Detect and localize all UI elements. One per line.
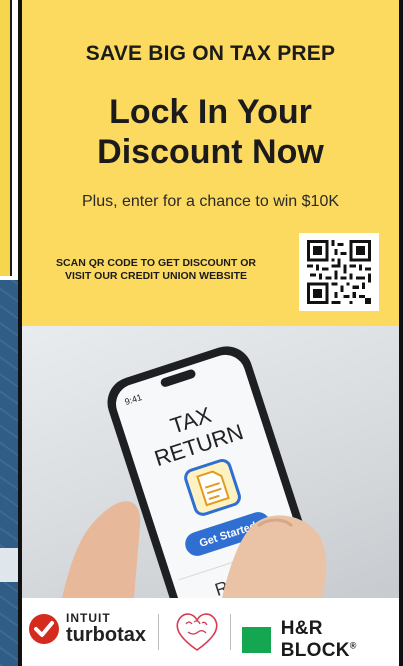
ad-headline-line-2: Discount Now <box>97 133 324 171</box>
partner-logos: INTUIT turbotax H&R BLOCK® <box>22 598 399 666</box>
ad-headline-line-1: Lock In Your <box>109 93 312 131</box>
turbotax-logo: INTUIT turbotax <box>28 612 146 646</box>
ad-subline: Plus, enter for a chance to win $10K <box>81 193 340 210</box>
scan-instructions: SCAN QR CODE TO GET DISCOUNT OR VISIT OU… <box>36 257 276 283</box>
background-blue-panel-edge <box>0 280 18 666</box>
logo-divider <box>158 614 159 650</box>
background-divider <box>0 548 18 582</box>
tax-prep-ad[interactable]: SAVE BIG ON TAX PREP Lock In Your Discou… <box>18 0 403 666</box>
hr-block-logo: H&R BLOCK® <box>242 618 399 662</box>
hr-block-registered-mark: ® <box>349 640 357 651</box>
ad-kicker: SAVE BIG ON TAX PREP <box>85 42 336 65</box>
turbotax-check-icon <box>29 614 59 644</box>
logo-divider <box>230 614 231 650</box>
heart-icon <box>176 613 218 651</box>
hr-block-square-icon <box>242 627 271 653</box>
qr-code[interactable] <box>299 233 379 311</box>
scan-instructions-line-2: VISIT OUR CREDIT UNION WEBSITE <box>64 270 247 282</box>
qr-code-icon <box>307 240 371 304</box>
phone-photo: 9:41 TAX RETURN Get Started Refund <box>22 326 399 636</box>
turbotax-wordmark: turbotax <box>66 624 146 646</box>
hand-holding-phone-illustration: 9:41 TAX RETURN Get Started Refund <box>62 346 327 636</box>
ad-headline: Lock In Your Discount Now <box>22 92 399 172</box>
love-my-credit-union-logo <box>172 608 222 654</box>
hr-block-wordmark: H&R BLOCK <box>280 618 350 661</box>
promo-banner: SAVE BIG ON TAX PREP Lock In Your Discou… <box>22 0 399 326</box>
scan-instructions-line-1: SCAN QR CODE TO GET DISCOUNT OR <box>56 257 256 269</box>
background-yellow-panel-edge <box>0 0 12 276</box>
